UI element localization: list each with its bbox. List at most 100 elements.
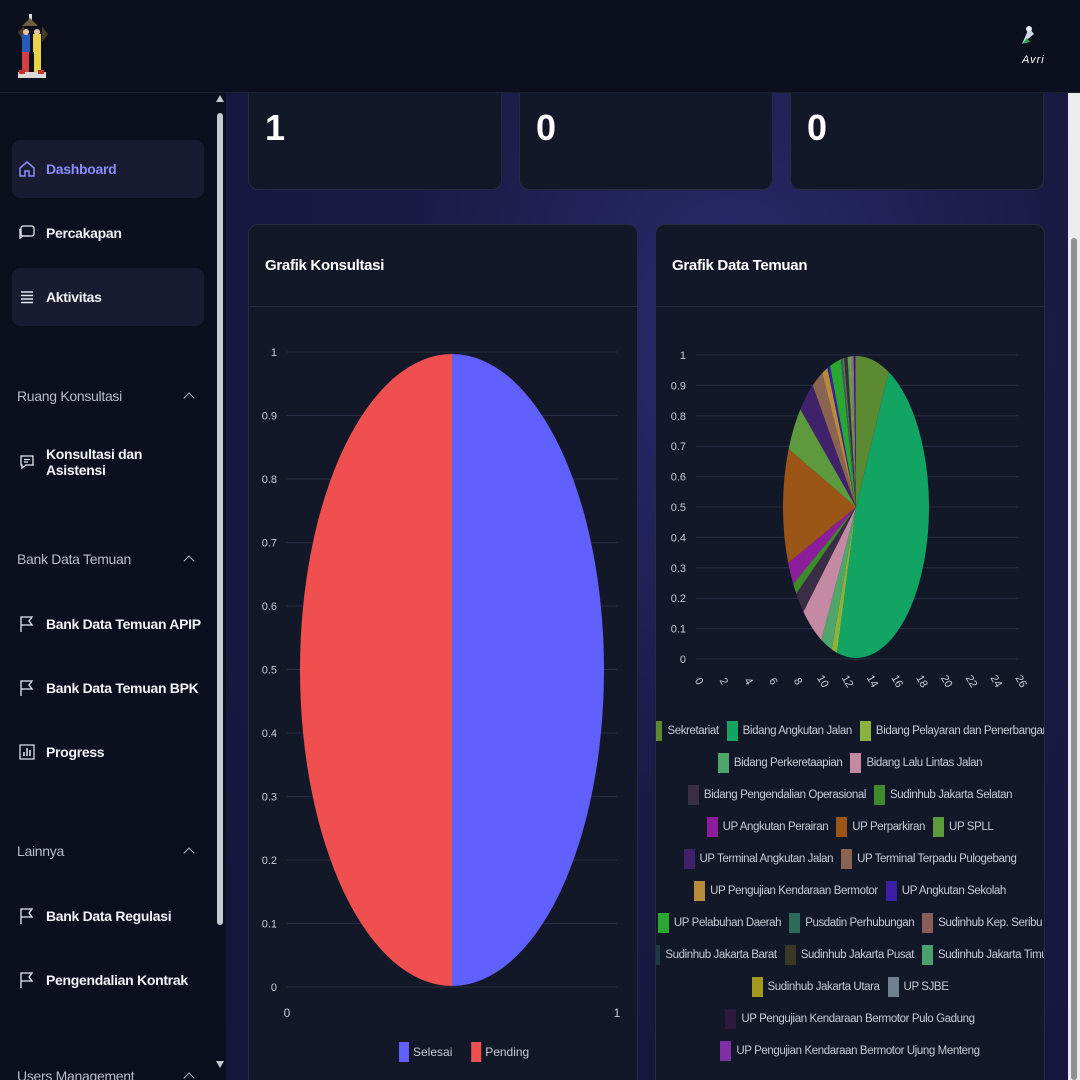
sidebar-item-bank-data-temuan-apip[interactable]: Bank Data Temuan APIP <box>12 595 204 653</box>
section-lainnya[interactable]: Lainnya <box>17 843 197 859</box>
pie-slice <box>300 354 452 986</box>
legend-item[interactable]: UP SPLL <box>933 817 994 837</box>
stat-value: 0 <box>807 107 828 148</box>
grafik-konsultasi-chart: 1 0.9 0.8 0.7 0.6 0.5 0.4 0.3 0.2 0.1 00 1 Selesai Pe… <box>262 347 621 1062</box>
legend-item[interactable]: Sekretariat <box>656 721 719 741</box>
sidebar-item-bank-data-temuan-bpk[interactable]: Bank Data Temuan BPK <box>12 659 204 717</box>
legend-item[interactable]: Bidang Perkeretaapian <box>717 753 843 773</box>
sidebar-item-dashboard[interactable]: Dashboard <box>12 140 204 198</box>
stat-card: 0 <box>519 93 773 190</box>
sidebar-item-konsultasi-dan-asistensi[interactable]: Konsultasi dan Asistensi <box>12 433 204 491</box>
stat-card: 1 <box>248 93 502 190</box>
user-avatar[interactable]: Avri <box>1018 24 1046 70</box>
section-bank-data-temuan[interactable]: Bank Data Temuan <box>17 551 197 567</box>
y-tick-label: 0.2 <box>671 593 686 605</box>
legend-item[interactable]: Sudinhub Jakarta Utara <box>751 977 880 997</box>
legend-swatch <box>687 785 699 805</box>
stat-value: 0 <box>536 107 557 148</box>
scrollbar-thumb[interactable] <box>1071 238 1077 1080</box>
legend-item[interactable]: UP Pelabuhan Daerah <box>657 913 782 933</box>
legend-label: UP Perparkiran <box>852 821 926 833</box>
chat-icon <box>19 225 35 240</box>
legend-item[interactable]: UP Pengujian Kendaraan Bermotor <box>694 881 878 901</box>
legend-row: Sekretariat Bidang Angkutan Jalan Bidang P… <box>656 721 1044 741</box>
legend-item[interactable]: Bidang Pelayaran dan Penerbangan <box>859 721 1044 741</box>
legend-item[interactable]: UP Pengujian Kendaraan Bermotor Ujung Me… <box>720 1041 980 1061</box>
legend-item[interactable]: UP Angkutan Sekolah <box>885 881 1006 901</box>
legend-label: Sudinhub Kep. Seribu <box>938 917 1043 929</box>
legend-label: UP SJBE <box>903 981 949 993</box>
y-tick-label: 0.6 <box>671 472 686 484</box>
sidebar-scrollbar[interactable] <box>214 93 226 1080</box>
legend-swatch <box>887 977 899 997</box>
sidebar-item-percakapan[interactable]: Percakapan <box>12 204 204 262</box>
legend-swatch <box>874 785 886 805</box>
legend-swatch <box>751 977 763 997</box>
legend-label: UP Terminal Terpadu Pulogebang <box>857 853 1017 865</box>
legend-label: Bidang Pengendalian Operasional <box>703 789 867 801</box>
sidebar-item-label: Bank Data Regulasi <box>46 908 172 924</box>
grafik-data-temuan-panel: Grafik Data Temuan 1 0.9 0.8 0.7 0.6 0.5 0.4 0.… <box>655 224 1045 1080</box>
legend-label: Sudinhub Jakarta Timur <box>938 949 1045 961</box>
legend-row: UP Terminal Angkutan Jalan UP Terminal Te… <box>656 849 1044 869</box>
sidebar-item-progress[interactable]: Progress <box>12 723 204 781</box>
legend-item[interactable]: Sudinhub Kep. Seribu <box>922 913 1042 933</box>
legend-label: Bidang Perkeretaapian <box>733 757 843 769</box>
legend-item[interactable]: UP Angkutan Perairan <box>706 817 829 837</box>
scroll-down-arrow-icon[interactable] <box>216 1061 224 1068</box>
sidebar-item-aktivitas[interactable]: Aktivitas <box>12 268 204 326</box>
home-icon <box>19 161 35 177</box>
main-scrollbar[interactable] <box>1068 93 1080 1080</box>
legend-item[interactable]: Sudinhub Jakarta Selatan <box>874 785 1013 805</box>
legend-item[interactable]: Sudinhub Jakarta Barat <box>656 945 777 965</box>
sidebar-item-label: Bank Data Temuan APIP <box>46 616 201 632</box>
chevron-up-icon <box>183 847 195 859</box>
legend-item[interactable]: Sudinhub Jakarta Timur <box>922 945 1045 965</box>
legend-swatch <box>836 817 848 837</box>
legend-item[interactable]: UP Terminal Angkutan Jalan <box>683 849 834 869</box>
section-users-management[interactable]: Users Management <box>17 1068 197 1080</box>
legend-swatch <box>683 849 695 869</box>
x-tick-label: 1 <box>614 1006 621 1020</box>
list-icon <box>21 291 33 304</box>
legend-row: UP Pelabuhan Daerah Pusdatin Perhubungan S… <box>656 913 1044 933</box>
sidebar-item-bank-data-regulasi[interactable]: Bank Data Regulasi <box>12 887 204 945</box>
dishub-logo[interactable] <box>14 12 50 82</box>
scrollbar-thumb[interactable] <box>217 113 223 925</box>
x-tick-label: 22 <box>963 673 980 690</box>
y-tick-label: 0 <box>680 654 686 666</box>
legend-label: UP SPLL <box>949 821 994 833</box>
sidebar-item-pengendalian-kontrak[interactable]: Pengendalian Kontrak <box>12 951 204 1009</box>
legend-label: Bidang Lalu Lintas Jalan <box>866 757 983 769</box>
sidebar-item-label: Percakapan <box>46 225 122 241</box>
flag-icon <box>20 680 34 696</box>
legend-item[interactable]: Pusdatin Perhubungan <box>789 913 915 933</box>
section-ruang-konsultasi[interactable]: Ruang Konsultasi <box>17 388 197 404</box>
x-tick-label: 24 <box>988 673 1005 690</box>
legend-row: Bidang Pengendalian Operasional Sudinhub … <box>656 785 1044 805</box>
legend-item[interactable]: UP Perparkiran <box>836 817 925 837</box>
x-tick-label: 14 <box>864 673 881 690</box>
legend-swatch <box>717 753 729 773</box>
scroll-up-arrow-icon[interactable] <box>216 95 224 102</box>
legend-item[interactable]: Sudinhub Jakarta Pusat <box>784 945 914 965</box>
stat-card: 0 <box>790 93 1044 190</box>
legend-swatch <box>657 913 669 933</box>
x-tick-label: 12 <box>839 673 856 690</box>
legend-label: Pusdatin Perhubungan <box>805 917 915 929</box>
main-content: 1 0 0 Grafik Konsultasi 1 0.9 0.8 0.7 0.6 0.5… <box>226 93 1068 1080</box>
legend-label: Bidang Angkutan Jalan <box>742 725 853 737</box>
x-tick-label: 26 <box>1012 673 1029 690</box>
panel-title: Grafik Data Temuan <box>656 225 1044 307</box>
section-title: Users Management <box>17 1068 135 1080</box>
legend-swatch <box>725 1009 737 1029</box>
sidebar-item-label: Pengendalian Kontrak <box>46 972 188 988</box>
legend-item[interactable]: Bidang Pengendalian Operasional <box>687 785 867 805</box>
legend-item[interactable]: Bidang Lalu Lintas Jalan <box>850 753 983 773</box>
legend-item[interactable]: Bidang Angkutan Jalan <box>726 721 853 741</box>
legend-item[interactable]: UP SJBE <box>887 977 949 997</box>
y-tick-label: 0.8 <box>671 411 686 423</box>
legend-item[interactable]: UP Terminal Terpadu Pulogebang <box>841 849 1017 869</box>
sidebar: Dashboard Percakapan Aktivitas Ruang Kon… <box>0 93 214 1080</box>
legend-item[interactable]: UP Pengujian Kendaraan Bermotor Pulo Gad… <box>725 1009 975 1029</box>
